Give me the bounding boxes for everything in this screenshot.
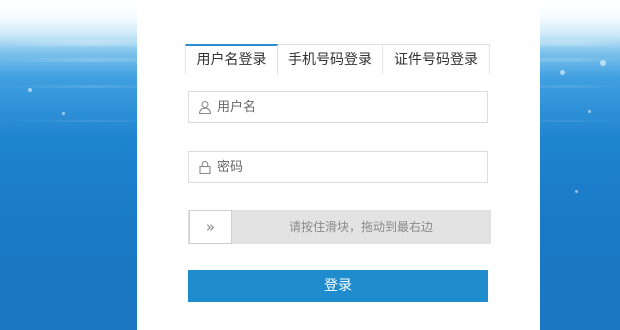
user-icon — [195, 91, 215, 123]
password-input[interactable] — [215, 152, 487, 182]
login-button[interactable]: 登录 — [188, 270, 488, 302]
slider-handle[interactable]: » — [189, 210, 232, 244]
tab-username-login[interactable]: 用户名登录 — [185, 44, 278, 74]
username-field — [188, 91, 488, 123]
username-input[interactable] — [215, 92, 487, 122]
lock-icon — [195, 151, 215, 183]
bubble — [588, 110, 591, 113]
login-tabs: 用户名登录 手机号码登录 证件号码登录 — [185, 44, 490, 74]
password-field — [188, 151, 488, 183]
double-chevron-right-icon: » — [205, 218, 216, 236]
bubble — [28, 88, 32, 92]
tab-id-login[interactable]: 证件号码登录 — [383, 44, 490, 74]
tab-phone-login[interactable]: 手机号码登录 — [278, 44, 383, 74]
slide-verify: » 请按住滑块，拖动到最右边 — [188, 210, 491, 244]
slider-hint: 请按住滑块，拖动到最右边 — [288, 220, 433, 234]
bubble — [560, 70, 565, 75]
bubble — [600, 60, 606, 66]
bubble — [575, 190, 578, 193]
bubble — [62, 112, 65, 115]
